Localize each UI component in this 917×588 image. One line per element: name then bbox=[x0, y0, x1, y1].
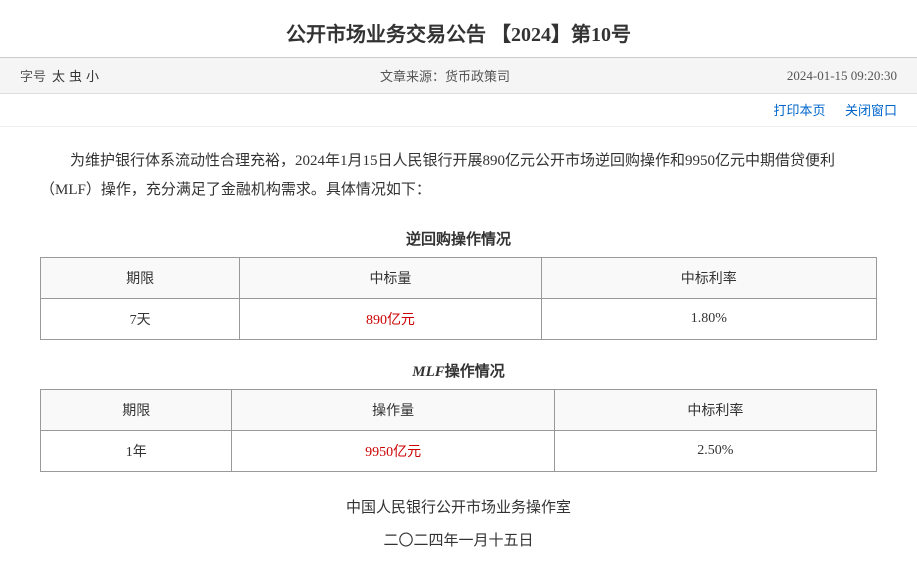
mlf-term: 1年 bbox=[41, 431, 232, 472]
print-button[interactable]: 打印本页 bbox=[773, 103, 825, 118]
source-name: 货币政策司 bbox=[445, 69, 510, 84]
source-label: 文章来源： bbox=[380, 69, 445, 84]
mlf-table: 期限 操作量 中标利率 1年 9950亿元 2.50% bbox=[40, 389, 877, 472]
reverse-repo-table: 期限 中标量 中标利率 7天 890亿元 1.80% bbox=[40, 257, 877, 340]
page-title: 公开市场业务交易公告 【2024】第10号 bbox=[0, 0, 917, 58]
reverse-repo-title: 逆回购操作情况 bbox=[40, 228, 877, 249]
table-row: 1年 9950亿元 2.50% bbox=[41, 431, 877, 472]
main-content: 为维护银行体系流动性合理充裕，2024年1月15日人民银行开展890亿元公开市场… bbox=[0, 127, 917, 588]
toolbar: 字号 太 虫 小 文章来源：货币政策司 2024-01-15 09:20:30 bbox=[0, 58, 917, 94]
font-medium-button[interactable]: 虫 bbox=[69, 66, 82, 85]
reverse-repo-section: 逆回购操作情况 期限 中标量 中标利率 7天 890亿元 1.80% bbox=[40, 228, 877, 340]
mlf-title-suffix: 操作情况 bbox=[445, 364, 505, 380]
reverse-repo-amount: 890亿元 bbox=[240, 299, 541, 340]
mlf-col-amount: 操作量 bbox=[232, 390, 554, 431]
mlf-abbr: MLF bbox=[412, 364, 445, 380]
datetime: 2024-01-15 09:20:30 bbox=[787, 68, 897, 84]
source-area: 文章来源：货币政策司 bbox=[103, 66, 787, 85]
mlf-amount: 9950亿元 bbox=[232, 431, 554, 472]
reverse-repo-col-rate: 中标利率 bbox=[541, 258, 876, 299]
mlf-col-rate: 中标利率 bbox=[554, 390, 876, 431]
reverse-repo-col-amount: 中标量 bbox=[240, 258, 541, 299]
close-button[interactable]: 关闭窗口 bbox=[845, 103, 897, 118]
footer-org: 中国人民银行公开市场业务操作室 bbox=[40, 492, 877, 525]
mlf-col-term: 期限 bbox=[41, 390, 232, 431]
reverse-repo-term: 7天 bbox=[41, 299, 240, 340]
font-large-button[interactable]: 太 bbox=[52, 66, 65, 85]
footer: 中国人民银行公开市场业务操作室 二〇二四年一月十五日 bbox=[40, 492, 877, 558]
font-size-label: 字号 bbox=[20, 66, 46, 85]
actions-bar: 打印本页 关闭窗口 bbox=[0, 94, 917, 127]
reverse-repo-rate: 1.80% bbox=[541, 299, 876, 340]
reverse-repo-col-term: 期限 bbox=[41, 258, 240, 299]
mlf-title: MLF操作情况 bbox=[40, 360, 877, 381]
mlf-section: MLF操作情况 期限 操作量 中标利率 1年 9950亿元 2.50% bbox=[40, 360, 877, 472]
mlf-rate: 2.50% bbox=[554, 431, 876, 472]
intro-paragraph: 为维护银行体系流动性合理充裕，2024年1月15日人民银行开展890亿元公开市场… bbox=[40, 147, 877, 204]
table-row: 7天 890亿元 1.80% bbox=[41, 299, 877, 340]
font-small-button[interactable]: 小 bbox=[86, 66, 99, 85]
